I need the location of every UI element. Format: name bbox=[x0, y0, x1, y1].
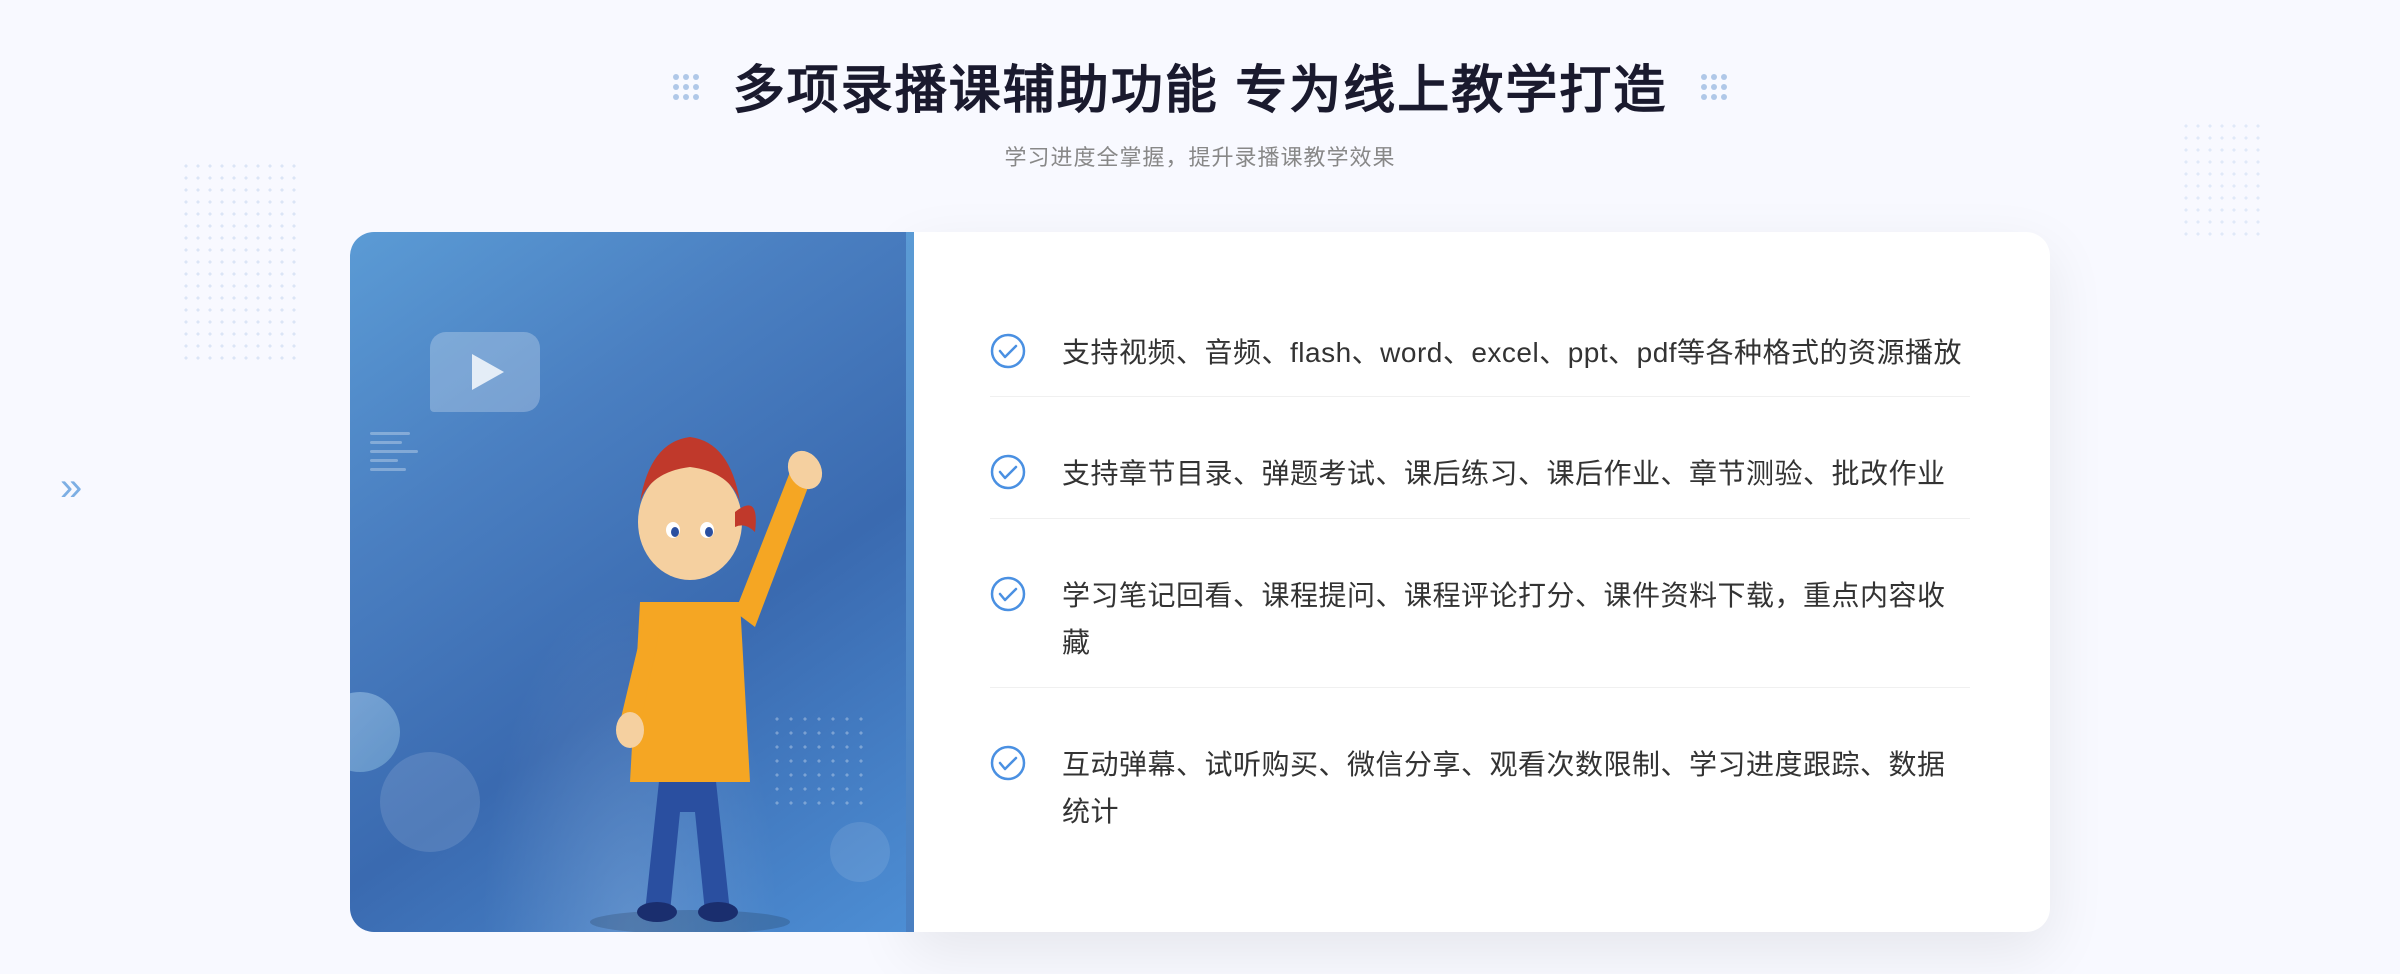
circle-decoration-1 bbox=[380, 752, 480, 852]
check-icon-3 bbox=[990, 576, 1026, 612]
main-content: 支持视频、音频、flash、word、excel、ppt、pdf等各种格式的资源… bbox=[350, 232, 2050, 932]
header-dots-right bbox=[1701, 74, 1727, 100]
play-bubble bbox=[430, 332, 540, 412]
feature-item-2: 支持章节目录、弹题考试、课后练习、课后作业、章节测验、批改作业 bbox=[990, 430, 1970, 519]
circle-outside-decoration bbox=[350, 692, 400, 772]
header-section: 多项录播课辅助功能 专为线上教学打造 学习进度全掌握，提升录播课教学效果 bbox=[733, 60, 1667, 172]
feature-text-1: 支持视频、音频、flash、word、excel、ppt、pdf等各种格式的资源… bbox=[1062, 329, 1962, 377]
feature-text-3: 学习笔记回看、课程提问、课程评论打分、课件资料下载，重点内容收藏 bbox=[1062, 572, 1970, 667]
person-illustration bbox=[540, 352, 840, 932]
page-container: » 多项录播课辅助功能 专为线上教学打造 学习进度全掌握，提升录播课教学效果 bbox=[0, 0, 2400, 974]
bg-dots-left bbox=[180, 160, 300, 360]
feature-text-4: 互动弹幕、试听购买、微信分享、观看次数限制、学习进度跟踪、数据统计 bbox=[1062, 741, 1970, 836]
check-icon-1 bbox=[990, 333, 1026, 369]
main-title: 多项录播课辅助功能 专为线上教学打造 bbox=[733, 60, 1667, 122]
far-left-chevrons: » bbox=[60, 467, 82, 507]
feature-item-4: 互动弹幕、试听购买、微信分享、观看次数限制、学习进度跟踪、数据统计 bbox=[990, 721, 1970, 856]
feature-item-1: 支持视频、音频、flash、word、excel、ppt、pdf等各种格式的资源… bbox=[990, 309, 1970, 398]
content-panel: 支持视频、音频、flash、word、excel、ppt、pdf等各种格式的资源… bbox=[910, 232, 2050, 932]
feature-text-2: 支持章节目录、弹题考试、课后练习、课后作业、章节测验、批改作业 bbox=[1062, 450, 1946, 498]
sub-title: 学习进度全掌握，提升录播课教学效果 bbox=[733, 140, 1667, 172]
dot-grid-right bbox=[1701, 74, 1727, 100]
bg-dots-right bbox=[2180, 120, 2260, 240]
play-triangle bbox=[472, 354, 504, 390]
check-icon-2 bbox=[990, 454, 1026, 490]
dot-grid-left bbox=[673, 74, 699, 100]
check-icon-4 bbox=[990, 745, 1026, 781]
header-dots-left bbox=[673, 74, 699, 100]
blue-separator-bar bbox=[906, 232, 914, 932]
illustration-card bbox=[350, 232, 910, 932]
feature-item-3: 学习笔记回看、课程提问、课程评论打分、课件资料下载，重点内容收藏 bbox=[990, 552, 1970, 688]
lines-decoration bbox=[370, 432, 418, 471]
